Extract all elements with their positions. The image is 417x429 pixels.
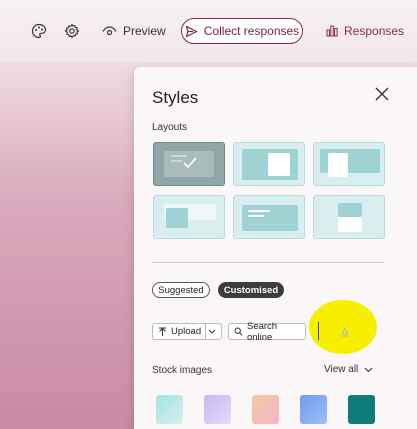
collect-responses-button[interactable]: Collect responses bbox=[181, 18, 303, 44]
swatch-lavender[interactable] bbox=[204, 395, 231, 424]
view-all-button[interactable]: View all bbox=[324, 364, 373, 375]
chevron-down-icon[interactable] bbox=[206, 329, 221, 334]
layout-tile-6[interactable] bbox=[313, 195, 385, 239]
tab-customised[interactable]: Customised bbox=[218, 282, 284, 298]
swatch-peach[interactable] bbox=[252, 395, 279, 424]
view-all-label: View all bbox=[324, 364, 359, 375]
search-online-label: Search online bbox=[246, 320, 278, 343]
upload-icon bbox=[159, 327, 166, 336]
palette-icon[interactable] bbox=[30, 22, 48, 40]
styles-panel: Styles Layouts Suggested Customised Uplo… bbox=[134, 67, 417, 429]
gear-icon[interactable] bbox=[63, 22, 81, 40]
swatch-teal[interactable] bbox=[348, 395, 375, 424]
bar-chart-icon bbox=[326, 25, 338, 37]
layouts-label: Layouts bbox=[152, 122, 188, 133]
collect-responses-label: Collect responses bbox=[203, 24, 300, 38]
layout-tile-2[interactable] bbox=[233, 142, 305, 186]
send-icon bbox=[185, 25, 197, 37]
tab-suggested[interactable]: Suggested bbox=[152, 282, 210, 298]
paint-bucket-icon[interactable] bbox=[339, 325, 351, 337]
layout-tile-5[interactable] bbox=[233, 195, 305, 239]
eye-icon bbox=[102, 25, 117, 35]
layout-tile-3[interactable] bbox=[313, 142, 385, 186]
upload-button[interactable]: Upload bbox=[152, 323, 222, 340]
layout-tile-1[interactable] bbox=[153, 142, 225, 186]
top-toolbar: Preview Collect responses Responses bbox=[0, 0, 417, 62]
chevron-down-icon bbox=[364, 367, 373, 372]
swatch-blue[interactable] bbox=[300, 395, 327, 424]
checkmark-icon bbox=[183, 157, 197, 169]
search-icon bbox=[234, 327, 243, 336]
divider bbox=[152, 262, 385, 263]
layout-tile-4[interactable] bbox=[153, 195, 225, 239]
search-online-button[interactable]: Search online bbox=[228, 320, 306, 343]
close-icon[interactable] bbox=[375, 87, 389, 101]
upload-label: Upload bbox=[171, 326, 202, 337]
preview-button[interactable]: Preview bbox=[102, 18, 166, 44]
responses-label: Responses bbox=[344, 24, 405, 38]
stock-images-label: Stock images bbox=[152, 365, 213, 376]
swatch-aqua[interactable] bbox=[156, 395, 183, 424]
panel-title: Styles bbox=[152, 88, 199, 107]
preview-label: Preview bbox=[123, 24, 166, 38]
cursor-caret bbox=[318, 322, 330, 340]
responses-button[interactable]: Responses bbox=[326, 18, 404, 44]
